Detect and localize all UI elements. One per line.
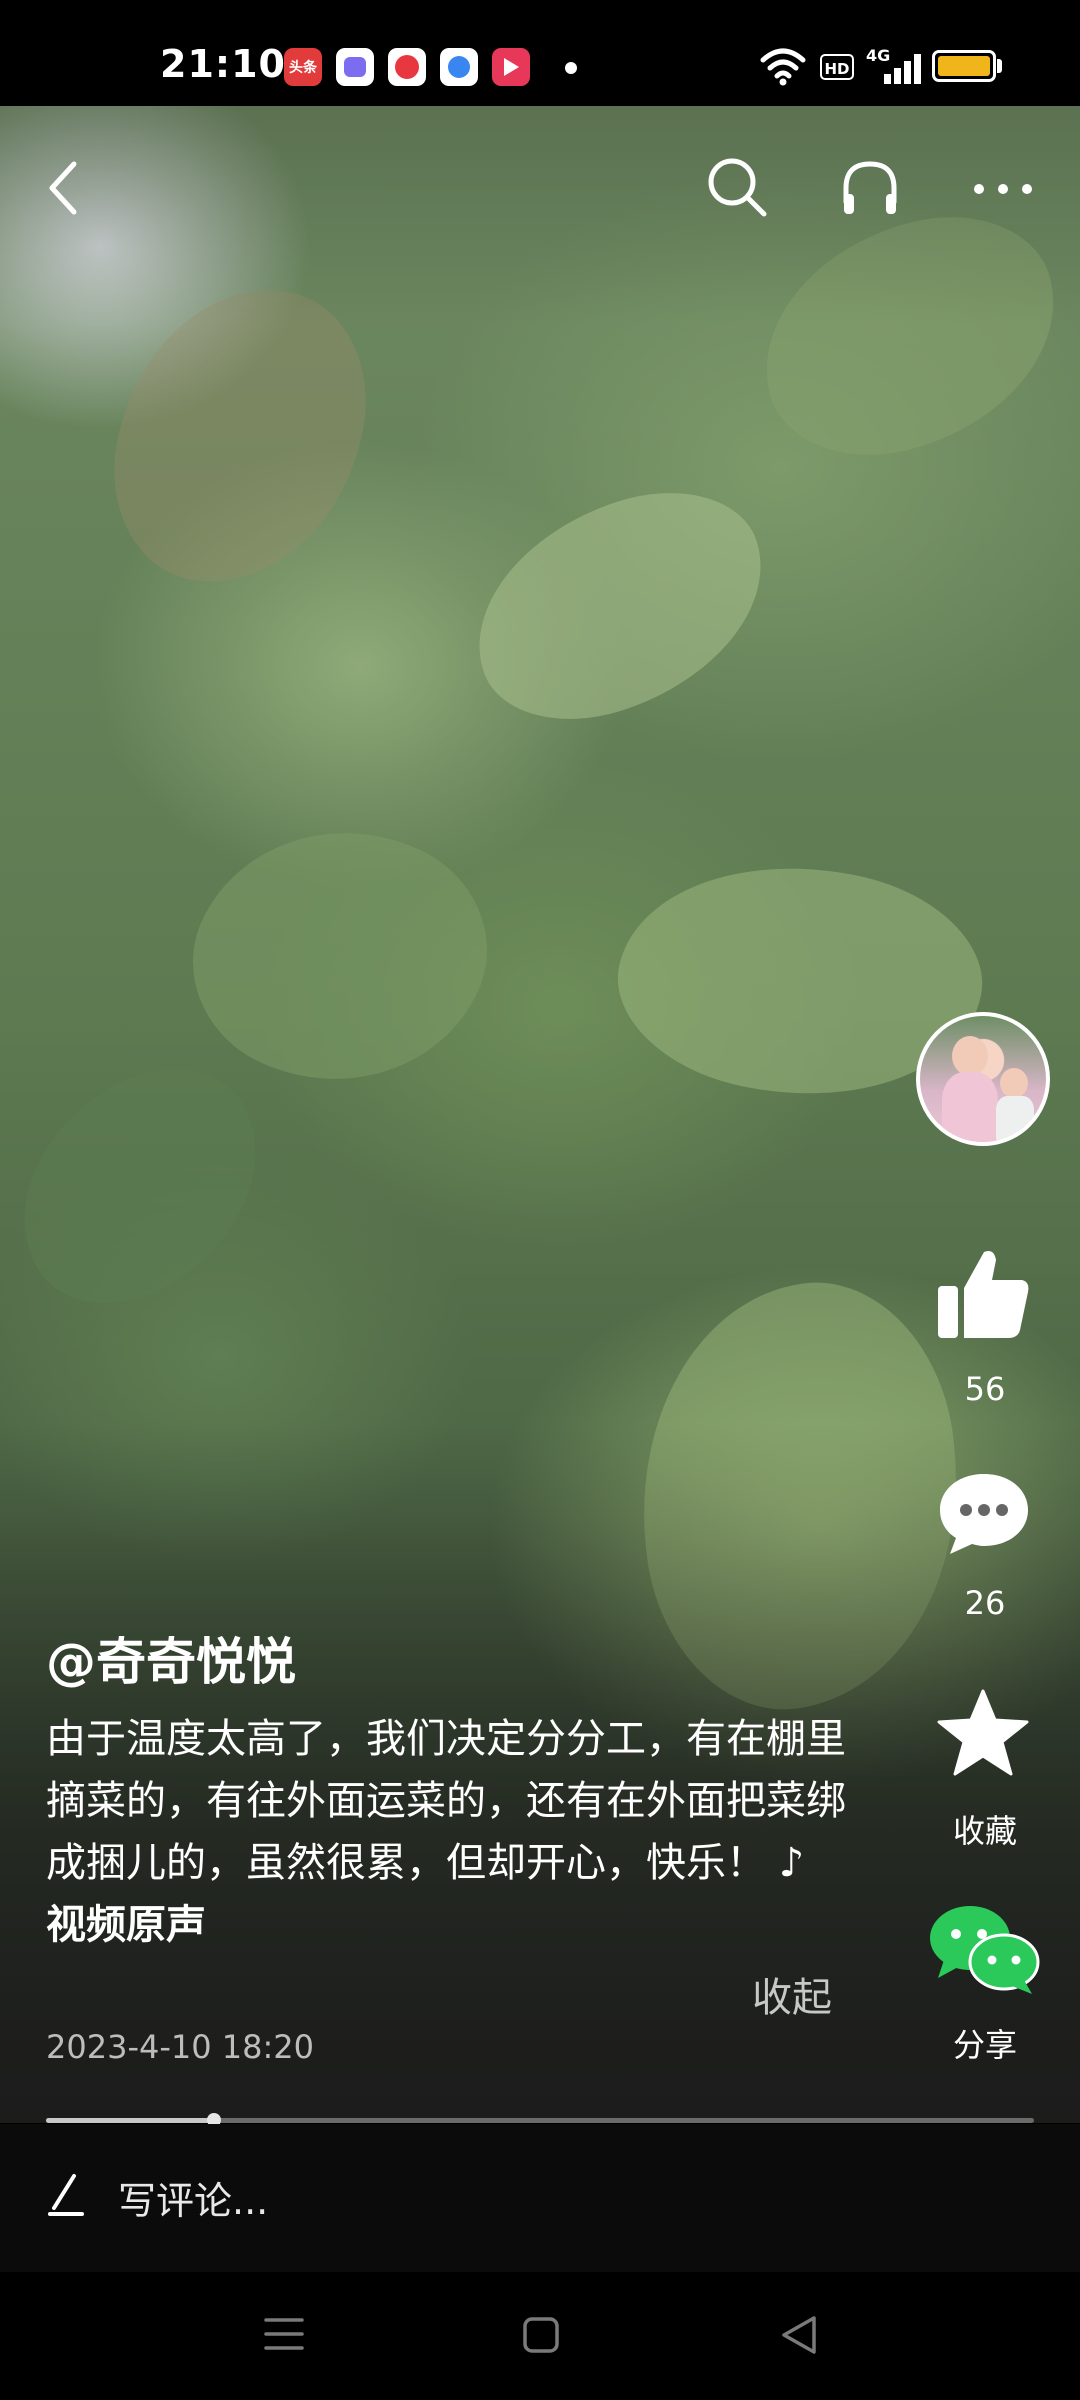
music-label: 视频原声 — [46, 1902, 206, 1948]
avatar-figure — [942, 1072, 998, 1142]
avatar-figure — [952, 1036, 988, 1076]
more-dots-icon[interactable] — [970, 180, 1036, 198]
video-top-shade — [0, 106, 1080, 326]
like-icon[interactable] — [934, 1246, 1032, 1342]
pencil-icon — [48, 2174, 84, 2216]
wechat-share-icon[interactable] — [926, 1902, 1042, 1998]
status-bar: 21:10 头条 HD 4G — [0, 0, 1080, 106]
comment-icon[interactable] — [936, 1470, 1032, 1556]
avatar-figure — [1000, 1068, 1028, 1098]
comment-bar[interactable]: 写评论... — [0, 2124, 1080, 2272]
wifi-icon — [760, 48, 806, 86]
music-note-icon: ♪ — [778, 1840, 805, 1886]
author-avatar[interactable] — [916, 1012, 1050, 1146]
search-icon[interactable] — [706, 156, 768, 218]
app-purple-icon — [336, 48, 374, 86]
signal-icon — [884, 54, 921, 84]
back-nav-icon[interactable] — [780, 2314, 818, 2356]
video-progress-bar[interactable] — [46, 2113, 1034, 2127]
star-icon[interactable] — [936, 1688, 1030, 1778]
favorite-label: 收藏 — [952, 1812, 1017, 1850]
post-date: 2023-4-10 18:20 — [46, 2028, 314, 2066]
post-caption: 由于温度太高了，我们决定分分工，有在棚里摘菜的，有往外面运菜的，还有在外面把菜绑… — [46, 1708, 846, 1956]
avatar-figure — [996, 1096, 1034, 1142]
video-frame-leaf — [446, 464, 794, 748]
headphones-icon[interactable] — [840, 158, 900, 218]
battery-icon — [932, 50, 996, 82]
comment-count: 26 — [964, 1584, 1006, 1622]
app-blue-icon — [440, 48, 478, 86]
video-progress-fill — [46, 2118, 214, 2123]
collapse-button[interactable]: 收起 — [752, 1965, 832, 2023]
chevron-left-icon[interactable] — [44, 160, 84, 216]
status-time: 21:10 — [160, 42, 286, 86]
caption-text: 由于温度太高了，我们决定分分工，有在棚里摘菜的，有往外面运菜的，还有在外面把菜绑… — [46, 1716, 846, 1886]
like-count: 56 — [964, 1370, 1006, 1408]
toutiao-icon: 头条 — [284, 48, 322, 86]
more-notifications-dot — [565, 62, 577, 74]
comment-input[interactable]: 写评论... — [118, 2170, 268, 2225]
app-red-icon — [388, 48, 426, 86]
share-label: 分享 — [952, 2026, 1017, 2064]
author-name[interactable]: @奇奇悦悦 — [46, 1622, 296, 1694]
battery-tip — [997, 59, 1002, 73]
video-frame-leaf — [0, 1034, 303, 1338]
system-nav-bar — [0, 2272, 1080, 2400]
menu-icon[interactable] — [264, 2316, 304, 2352]
hd-badge: HD — [820, 54, 854, 80]
video-app-icon — [492, 48, 530, 86]
home-icon[interactable] — [522, 2316, 560, 2354]
